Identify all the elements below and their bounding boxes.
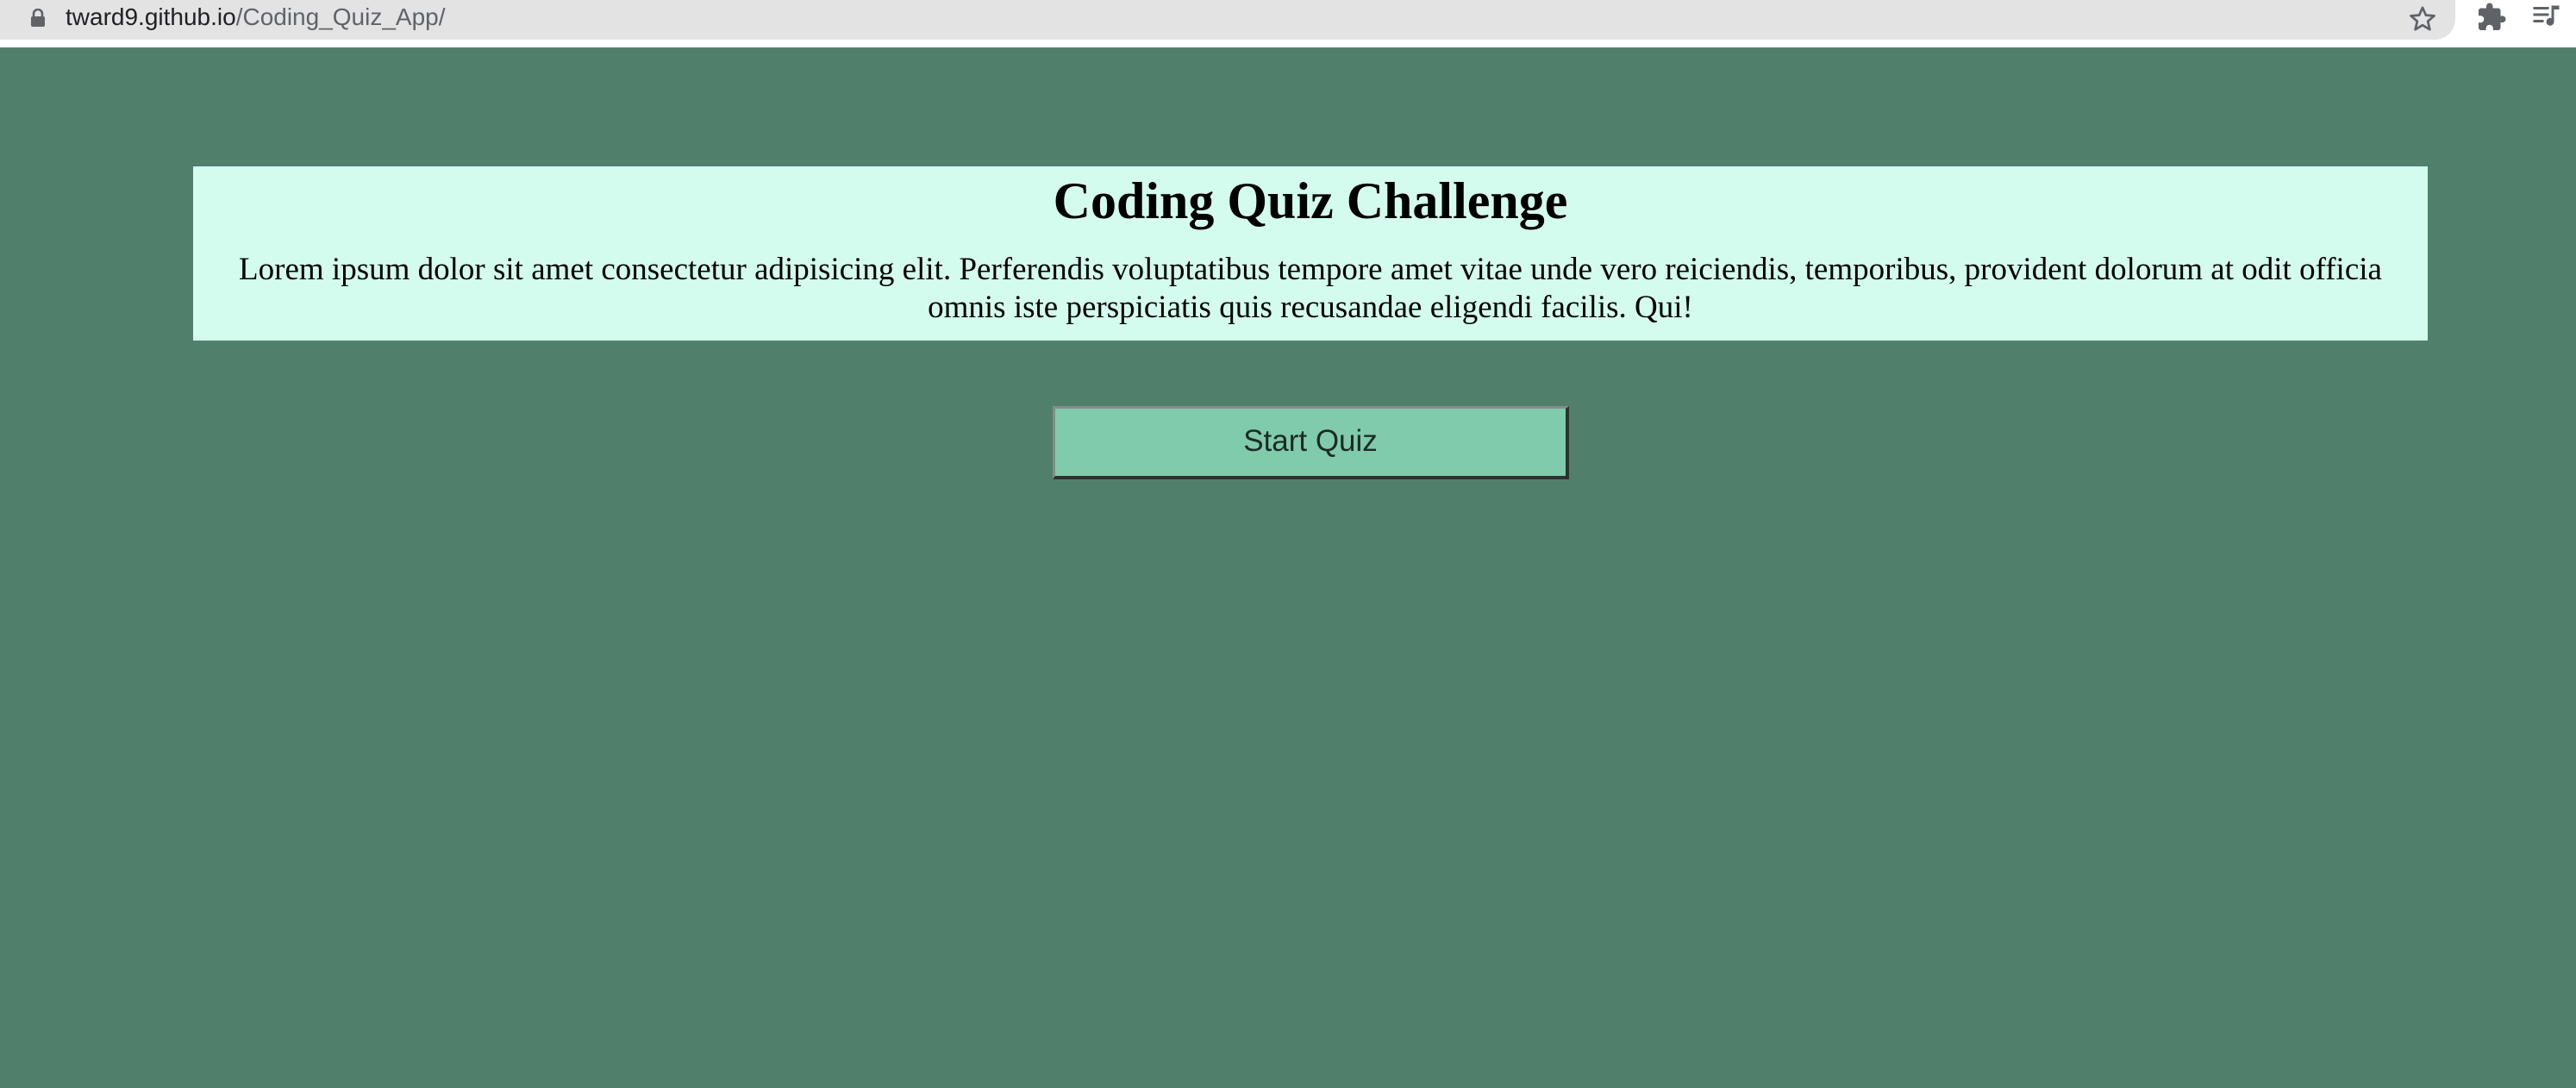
url-path: /Coding_Quiz_App/ — [235, 3, 446, 30]
lock-icon[interactable] — [29, 9, 47, 28]
page-title: Coding Quiz Challenge — [1053, 172, 1568, 229]
intro-description: Lorem ipsum dolor sit amet consectetur a… — [239, 252, 2382, 325]
address-url[interactable]: tward9.github.io/Coding_Quiz_App/ — [66, 0, 446, 34]
star-icon[interactable] — [2407, 3, 2438, 34]
media-control-icon[interactable] — [2531, 2, 2564, 33]
start-quiz-button[interactable]: Start Quiz — [1053, 406, 1569, 479]
url-host: tward9.github.io — [66, 3, 236, 30]
browser-chrome: tward9.github.io/Coding_Quiz_App/ — [0, 0, 2576, 47]
extensions-puzzle-icon[interactable] — [2476, 2, 2507, 33]
address-bar[interactable]: tward9.github.io/Coding_Quiz_App/ — [0, 0, 2455, 40]
intro-panel: Coding Quiz Challenge Lorem ipsum dolor … — [193, 166, 2428, 341]
